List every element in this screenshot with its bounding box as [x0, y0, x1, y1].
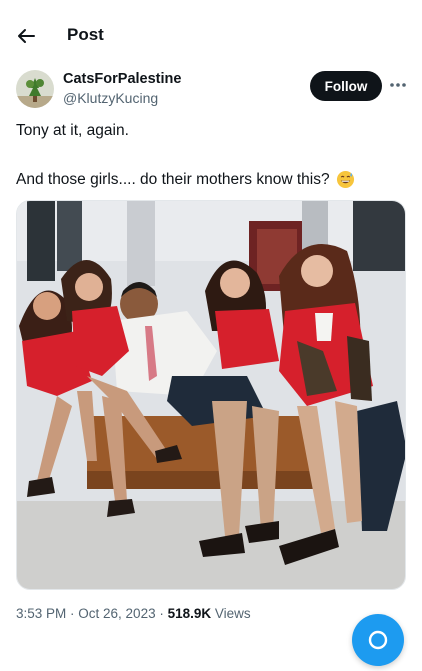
post-text-line-2-text: And those girls.... do their mothers kno…	[16, 170, 330, 188]
views-count: 518.9K	[167, 606, 212, 621]
views-label: Views	[211, 606, 251, 621]
post-text-line-2: And those girls.... do their mothers kno…	[16, 170, 355, 189]
post-text-line-1: Tony at it, again.	[16, 122, 129, 139]
author-name[interactable]: CatsForPalestine	[63, 71, 181, 87]
more-horizontal-icon	[390, 83, 406, 87]
meta-separator-2: ·	[155, 606, 168, 621]
arrow-left-icon	[18, 29, 35, 43]
meta-separator: ·	[66, 606, 79, 621]
post-time: 3:53 PM	[16, 606, 67, 621]
page-title: Post	[67, 25, 104, 44]
grinning-face-with-sweat-emoji	[336, 170, 354, 189]
compose-icon	[368, 630, 388, 650]
post-photo[interactable]	[16, 200, 406, 590]
top-bar: Post	[0, 0, 422, 70]
avatar[interactable]	[16, 70, 54, 108]
more-options-button[interactable]	[388, 76, 408, 94]
compose-fab-button[interactable]	[352, 614, 404, 666]
post-metadata: 3:53 PM · Oct 26, 2023 · 518.9K Views	[16, 606, 251, 621]
post-date: Oct 26, 2023	[78, 606, 156, 621]
author-handle[interactable]: @KlutzyKucing	[63, 90, 158, 106]
back-button[interactable]	[12, 22, 40, 50]
follow-button[interactable]: Follow	[310, 71, 382, 101]
